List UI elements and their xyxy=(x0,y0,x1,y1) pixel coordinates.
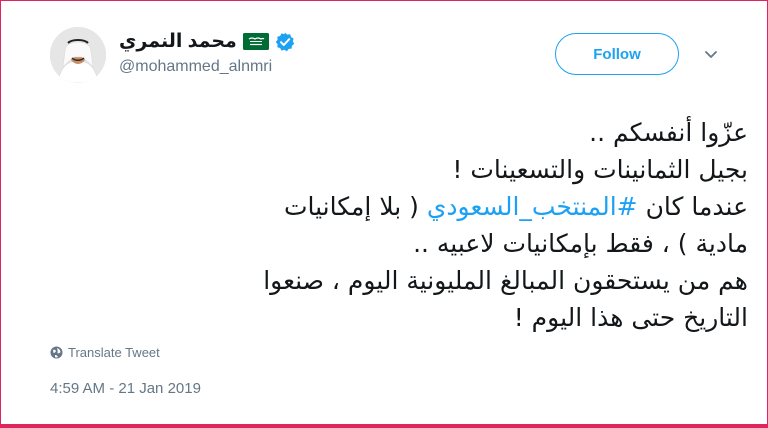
translate-tweet-link[interactable]: Translate Tweet xyxy=(50,345,160,360)
avatar-image xyxy=(50,27,106,83)
translate-tweet-label: Translate Tweet xyxy=(68,345,160,360)
tweet-text: عزّوا أنفسكم .. بجيل الثمانينات والتسعين… xyxy=(48,114,748,336)
chevron-down-icon xyxy=(701,51,721,67)
author-display-name[interactable]: محمد النمري xyxy=(119,30,237,53)
verified-badge-icon xyxy=(275,32,295,52)
tweet-line-2: بجيل الثمانينات والتسعينات ! xyxy=(452,155,748,184)
author-handle[interactable]: @mohammed_alnmri xyxy=(119,58,272,76)
tweet-line-5: هم من يستحقون المبالغ المليونية اليوم ، … xyxy=(263,266,748,295)
more-options-button[interactable] xyxy=(701,44,721,64)
tweet-timestamp[interactable]: 4:59 AM - 21 Jan 2019 xyxy=(50,380,201,397)
globe-icon xyxy=(50,346,63,359)
author-header: محمد النمري xyxy=(119,30,295,53)
hashtag-link[interactable]: #المنتخب_السعودي xyxy=(427,192,638,221)
tweet-line-6: التاريخ حتى هذا اليوم ! xyxy=(513,303,748,332)
frame-bottom-border xyxy=(0,424,768,428)
saudi-flag-icon xyxy=(242,33,269,50)
avatar[interactable] xyxy=(50,27,106,83)
tweet-line-4: مادية ) ، فقط بإمكانيات لاعبيه .. xyxy=(413,229,748,258)
tweet-line-3-before: عندما كان xyxy=(637,192,748,221)
follow-button[interactable]: Follow xyxy=(555,33,679,75)
tweet-line-3: عندما كان #المنتخب_السعودي ( بلا إمكانيا… xyxy=(48,188,748,225)
tweet-line-3-after: ( بلا إمكانيات xyxy=(283,192,427,221)
tweet-line-1: عزّوا أنفسكم .. xyxy=(589,118,748,147)
